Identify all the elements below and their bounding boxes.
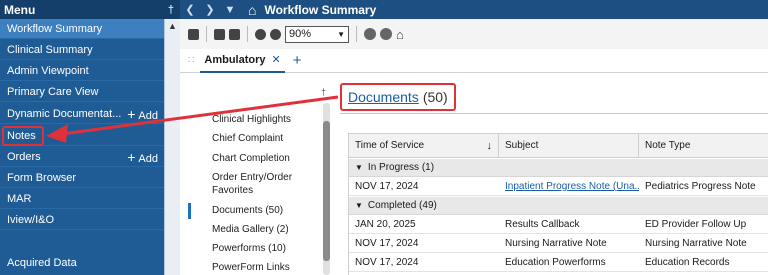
page-title: Workflow Summary (264, 2, 377, 17)
documents-table: Time of Service ↓ Subject Note Type ▼ In… (348, 133, 768, 275)
nav-item-order-entry[interactable]: Order Entry/Order (212, 171, 292, 184)
chevron-down-icon: ▼ (337, 29, 345, 39)
sidebar-item-label: Admin Viewpoint (7, 64, 89, 77)
plus-icon: + (127, 148, 136, 165)
top-bar: ❮ ❯ ▼ ⌂ Workflow Summary (180, 0, 768, 19)
menu-header: Menu † (0, 0, 180, 19)
nav-item-powerforms[interactable]: Powerforms (10) (212, 242, 286, 255)
add-dynamic-documentation-button[interactable]: + Add (127, 106, 158, 122)
sidebar-item-label: Dynamic Documentat... (7, 107, 122, 120)
home-icon[interactable]: ⌂ (248, 2, 256, 18)
add-tab-icon[interactable]: + (293, 52, 302, 69)
sidebar-item-label: Primary Care View (7, 85, 99, 98)
sidebar-item-mar[interactable]: MAR (0, 189, 164, 209)
zoom-in-icon[interactable] (270, 28, 281, 40)
sidebar-item-acquired-data[interactable]: Acquired Data (0, 253, 164, 273)
divider (340, 113, 768, 114)
sidebar-item-workflow-summary[interactable]: Workflow Summary (0, 19, 164, 39)
table-row[interactable]: NOV 17, 2024 Nursing Narrative Note Nurs… (349, 235, 768, 253)
toolbar-divider (356, 26, 357, 42)
column-header-note-type[interactable]: Note Type (639, 134, 768, 158)
sidebar-item-clinical-summary[interactable]: Clinical Summary (0, 40, 164, 60)
nav-scroll-thumb[interactable] (323, 121, 330, 261)
nav-item-chart-completion[interactable]: Chart Completion (212, 152, 290, 165)
home-settings-icon[interactable]: ⌂ (396, 27, 404, 42)
component-nav-panel: † Clinical Highlights Chief Complaint Ch… (180, 73, 338, 275)
group-completed[interactable]: ▼ Completed (49) (349, 197, 768, 215)
close-icon[interactable]: ✕ (272, 53, 281, 66)
nav-item-chief-complaint[interactable]: Chief Complaint (212, 132, 283, 145)
back-icon[interactable]: ❮ (180, 3, 200, 16)
toolbar-divider (206, 26, 207, 42)
nav-scrollbar[interactable] (323, 103, 330, 275)
tab-bar: ∷ Ambulatory ✕ + (180, 49, 768, 73)
group-in-progress[interactable]: ▼ In Progress (1) (349, 159, 768, 177)
nav-item-documents[interactable]: Documents (50) (212, 204, 283, 217)
nav-item-media-gallery[interactable]: Media Gallery (2) (212, 223, 289, 236)
documents-count: (50) (422, 89, 448, 105)
plus-icon: + (127, 105, 136, 122)
sidebar-item-label: Acquired Data (7, 257, 77, 269)
sidebar-item-iview[interactable]: Iview/I&O (0, 210, 164, 230)
caret-down-icon: ▼ (355, 163, 363, 172)
sidebar-item-label: Form Browser (7, 171, 77, 184)
nav-item-order-entry-favorites[interactable]: Favorites (212, 184, 253, 197)
sidebar-item-label: Clinical Summary (7, 43, 93, 56)
sidebar-item-label: Iview/I&O (7, 213, 55, 226)
sidebar-item-dynamic-documentation[interactable]: Dynamic Documentat... + Add (0, 104, 164, 124)
notes-highlight-box (2, 126, 44, 146)
binoculars-icon[interactable] (188, 28, 199, 40)
zoom-out-icon[interactable] (255, 28, 266, 40)
sidebar-item-label: Workflow Summary (7, 22, 103, 35)
sidebar-scrollbar[interactable]: ▲ (164, 19, 180, 275)
export-icon[interactable] (229, 28, 240, 40)
documents-highlight-box: Documents (50) (340, 83, 456, 111)
print-icon[interactable] (214, 28, 225, 40)
nav-item-powerform-links[interactable]: PowerForm Links (212, 261, 290, 274)
pin-icon[interactable]: † (321, 87, 326, 97)
sidebar-menu: Menu † Workflow Summary Clinical Summary… (0, 0, 180, 275)
grip-icon[interactable]: ∷ (188, 55, 194, 66)
zoom-value: 90% (289, 28, 312, 40)
sidebar-item-label: Orders (7, 150, 41, 163)
scroll-up-icon[interactable]: ▲ (168, 21, 177, 31)
app-window: Menu † Workflow Summary Clinical Summary… (0, 0, 768, 275)
sidebar-item-label: MAR (7, 192, 32, 205)
tab-label: Ambulatory (204, 53, 266, 66)
table-row[interactable]: NOV 17, 2024 Inpatient Progress Note (Un… (349, 178, 768, 196)
zoom-select[interactable]: 90% ▼ (285, 25, 349, 43)
sidebar-item-admin-viewpoint[interactable]: Admin Viewpoint (0, 61, 164, 81)
active-nav-marker (188, 203, 191, 219)
sort-down-icon[interactable]: ↓ (487, 140, 493, 152)
sidebar-item-form-browser[interactable]: Form Browser (0, 168, 164, 188)
status-icon[interactable] (380, 28, 392, 40)
table-row[interactable]: JAN 20, 2025 Results Callback ED Provide… (349, 216, 768, 234)
refresh-icon[interactable] (364, 28, 376, 40)
menu-header-label: Menu (4, 2, 36, 17)
dropdown-icon[interactable]: ▼ (220, 4, 240, 16)
sidebar-item-orders[interactable]: Orders + Add (0, 147, 164, 167)
column-header-subject[interactable]: Subject (499, 133, 639, 158)
pin-icon[interactable]: † (168, 4, 174, 16)
forward-icon[interactable]: ❯ (200, 3, 220, 16)
sidebar-item-primary-care-view[interactable]: Primary Care View (0, 82, 164, 102)
table-row[interactable]: NOV 17, 2024 Education Powerforms Educat… (349, 254, 768, 272)
tab-ambulatory[interactable]: Ambulatory ✕ (200, 49, 285, 73)
toolbar: 90% ▼ ⌂ (180, 19, 768, 49)
table-header: Time of Service ↓ Subject Note Type (349, 133, 768, 158)
documents-panel: Documents (50) Time of Service ↓ Subject… (338, 73, 768, 275)
toolbar-divider (247, 26, 248, 42)
add-orders-button[interactable]: + Add (127, 149, 158, 165)
document-subject-link[interactable]: Inpatient Progress Note (Una... (499, 178, 639, 196)
nav-item-clinical-highlights[interactable]: Clinical Highlights (212, 113, 291, 126)
column-header-time-of-service[interactable]: Time of Service ↓ (349, 133, 499, 158)
caret-down-icon: ▼ (355, 201, 363, 210)
documents-title-link[interactable]: Documents (348, 89, 419, 105)
